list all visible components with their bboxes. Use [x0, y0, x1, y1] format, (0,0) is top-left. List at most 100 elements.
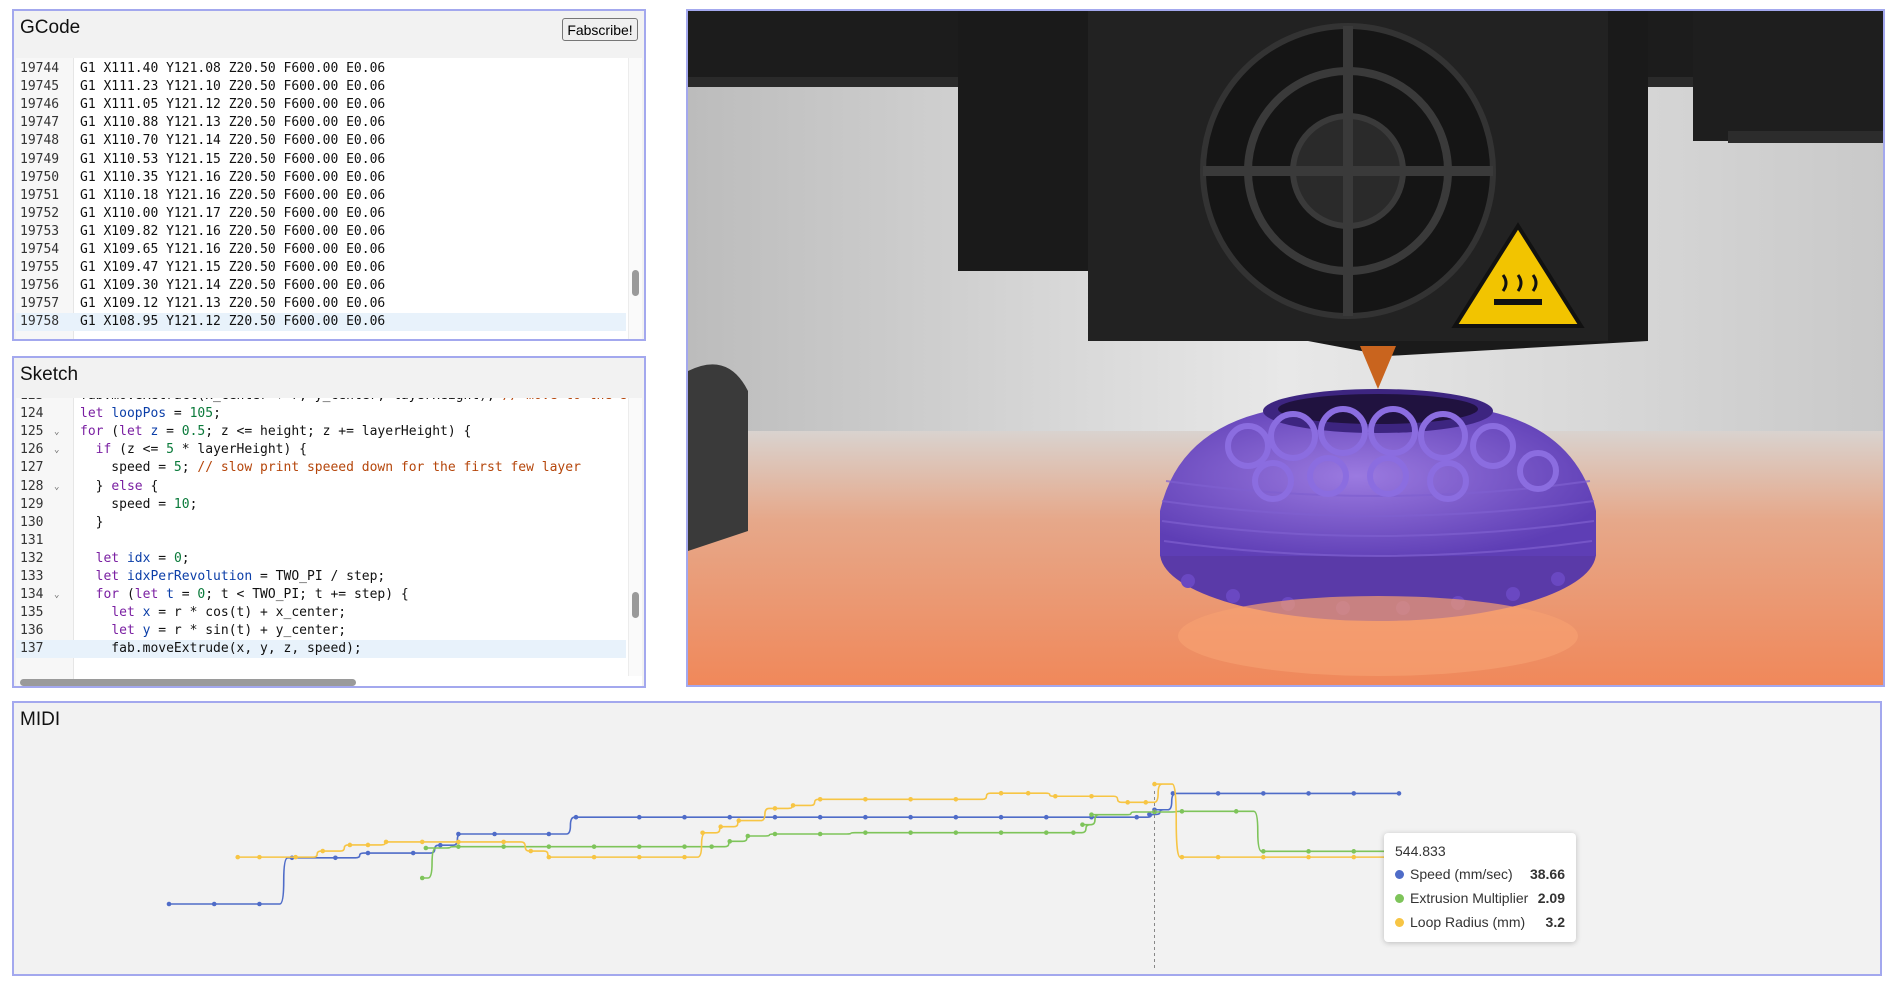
- series-point[interactable]: [817, 814, 823, 820]
- series-point[interactable]: [772, 806, 778, 811]
- series-point[interactable]: [682, 814, 687, 820]
- code-line[interactable]: 125 ⌄ for (let z = 0.5; z <= height; z += …: [16, 423, 626, 441]
- series-point[interactable]: [419, 839, 425, 845]
- series-point[interactable]: [1125, 800, 1130, 805]
- sketch-hscroll-thumb[interactable]: [20, 679, 356, 686]
- series-point[interactable]: [1215, 791, 1221, 796]
- code-line[interactable]: 19756 G1 X109.30 Y121.14 Z20.50 F600.00 E…: [16, 277, 626, 295]
- code-line[interactable]: 19746 G1 X111.05 Y121.12 Z20.50 F600.00 E…: [16, 96, 626, 114]
- series-point[interactable]: [953, 814, 959, 820]
- series-point[interactable]: [1025, 790, 1031, 796]
- series-point[interactable]: [700, 830, 705, 836]
- series-point[interactable]: [1152, 781, 1157, 787]
- series-point[interactable]: [998, 814, 1004, 820]
- series-point[interactable]: [419, 875, 425, 881]
- series-point[interactable]: [456, 839, 461, 845]
- series-point[interactable]: [546, 831, 552, 837]
- code-line[interactable]: 137 fab.moveExtrude(x, y, z, speed);: [16, 640, 626, 659]
- code-line[interactable]: 131: [16, 532, 626, 550]
- code-line[interactable]: 130 }: [16, 514, 626, 532]
- series-point[interactable]: [817, 797, 823, 802]
- code-line[interactable]: 19757 G1 X109.12 Y121.13 Z20.50 F600.00 E…: [16, 295, 626, 313]
- code-line[interactable]: 19758 G1 X108.95 Y121.12 Z20.50 F600.00 E…: [16, 313, 626, 332]
- series-point[interactable]: [736, 818, 742, 823]
- series-point[interactable]: [257, 901, 262, 907]
- video-panel[interactable]: [686, 9, 1885, 687]
- code-line[interactable]: 19755 G1 X109.47 Y121.15 Z20.50 F600.00 E…: [16, 259, 626, 277]
- series-point[interactable]: [1306, 791, 1311, 796]
- series-point[interactable]: [591, 854, 597, 860]
- series-point[interactable]: [410, 850, 416, 856]
- code-line[interactable]: 19751 G1 X110.18 Y121.16 Z20.50 F600.00 E…: [16, 187, 626, 205]
- sketch-editor[interactable]: 123 fab.moveRetract(x_center + r, y_cente…: [16, 398, 642, 686]
- series-point[interactable]: [333, 855, 338, 861]
- series-point[interactable]: [492, 831, 497, 837]
- series-point[interactable]: [908, 830, 913, 835]
- series-point[interactable]: [546, 844, 552, 849]
- series-point[interactable]: [1351, 791, 1357, 796]
- series-point[interactable]: [257, 854, 262, 860]
- midi-chart[interactable]: [14, 703, 1880, 974]
- fold-chevron-icon[interactable]: ⌄: [54, 478, 59, 496]
- series-point[interactable]: [166, 901, 172, 907]
- series-point[interactable]: [1351, 849, 1357, 854]
- series-point[interactable]: [953, 797, 959, 802]
- series-point[interactable]: [772, 814, 778, 820]
- series-point[interactable]: [546, 854, 552, 860]
- series-point[interactable]: [573, 814, 579, 820]
- series-point[interactable]: [235, 854, 241, 860]
- series-point[interactable]: [456, 831, 461, 837]
- code-line[interactable]: 132 let idx = 0;: [16, 550, 626, 568]
- gcode-editor[interactable]: 19744 G1 X111.40 Y121.08 Z20.50 F600.00 E…: [16, 58, 642, 339]
- series-point[interactable]: [1071, 830, 1076, 835]
- series-point[interactable]: [1179, 854, 1185, 860]
- series-point[interactable]: [501, 844, 506, 849]
- code-line[interactable]: 19748 G1 X110.70 Y121.14 Z20.50 F600.00 E…: [16, 132, 626, 150]
- series-point[interactable]: [709, 844, 714, 849]
- code-line[interactable]: 19754 G1 X109.65 Y121.16 Z20.50 F600.00 E…: [16, 241, 626, 259]
- series-point[interactable]: [772, 831, 778, 837]
- fold-chevron-icon[interactable]: ⌄: [54, 423, 59, 441]
- gcode-scrollbar[interactable]: [628, 58, 642, 339]
- series-point[interactable]: [636, 814, 642, 820]
- series-point[interactable]: [636, 854, 642, 860]
- code-line[interactable]: 19749 G1 X110.53 Y121.15 Z20.50 F600.00 E…: [16, 151, 626, 169]
- code-line[interactable]: 124 let loopPos = 105;: [16, 405, 626, 423]
- series-point[interactable]: [1043, 814, 1049, 820]
- series-point[interactable]: [383, 839, 389, 845]
- series-point[interactable]: [636, 844, 642, 849]
- series-point[interactable]: [727, 814, 733, 820]
- series-point[interactable]: [1233, 809, 1239, 814]
- series-point[interactable]: [501, 839, 506, 845]
- series-point[interactable]: [211, 901, 217, 907]
- series-point[interactable]: [1134, 814, 1140, 820]
- series-point[interactable]: [347, 842, 353, 848]
- series-point[interactable]: [456, 844, 461, 849]
- code-line[interactable]: 19750 G1 X110.35 Y121.16 Z20.50 F600.00 E…: [16, 169, 626, 187]
- series-point[interactable]: [293, 854, 298, 860]
- series-point[interactable]: [682, 844, 687, 849]
- code-line[interactable]: 19747 G1 X110.88 Y121.13 Z20.50 F600.00 E…: [16, 114, 626, 132]
- series-point[interactable]: [1306, 854, 1311, 860]
- series-point[interactable]: [1089, 812, 1094, 817]
- series-point[interactable]: [790, 803, 796, 808]
- series-point[interactable]: [863, 797, 868, 802]
- code-line[interactable]: 135 let x = r * cos(t) + x_center;: [16, 604, 626, 622]
- series-point[interactable]: [1261, 849, 1266, 854]
- code-line[interactable]: 128 ⌄ } else {: [16, 478, 626, 496]
- series-point[interactable]: [817, 831, 823, 837]
- series-point[interactable]: [863, 814, 868, 820]
- series-point[interactable]: [1306, 849, 1311, 854]
- series-point[interactable]: [365, 850, 371, 856]
- code-line[interactable]: 123 fab.moveRetract(x_center + r, y_cente…: [16, 398, 628, 405]
- sketch-scroll-thumb[interactable]: [632, 592, 639, 618]
- series-point[interactable]: [1053, 793, 1058, 799]
- code-line[interactable]: 127 speed = 5; // slow print speeed down…: [16, 459, 626, 477]
- code-line[interactable]: 133 let idxPerRevolution = TWO_PI / step…: [16, 568, 626, 586]
- series-point[interactable]: [1261, 791, 1266, 796]
- code-line[interactable]: 19753 G1 X109.82 Y121.16 Z20.50 F600.00 E…: [16, 223, 626, 241]
- series-point[interactable]: [438, 842, 443, 848]
- series-point[interactable]: [1089, 793, 1094, 799]
- series-point[interactable]: [1396, 791, 1402, 796]
- series-point[interactable]: [998, 790, 1004, 796]
